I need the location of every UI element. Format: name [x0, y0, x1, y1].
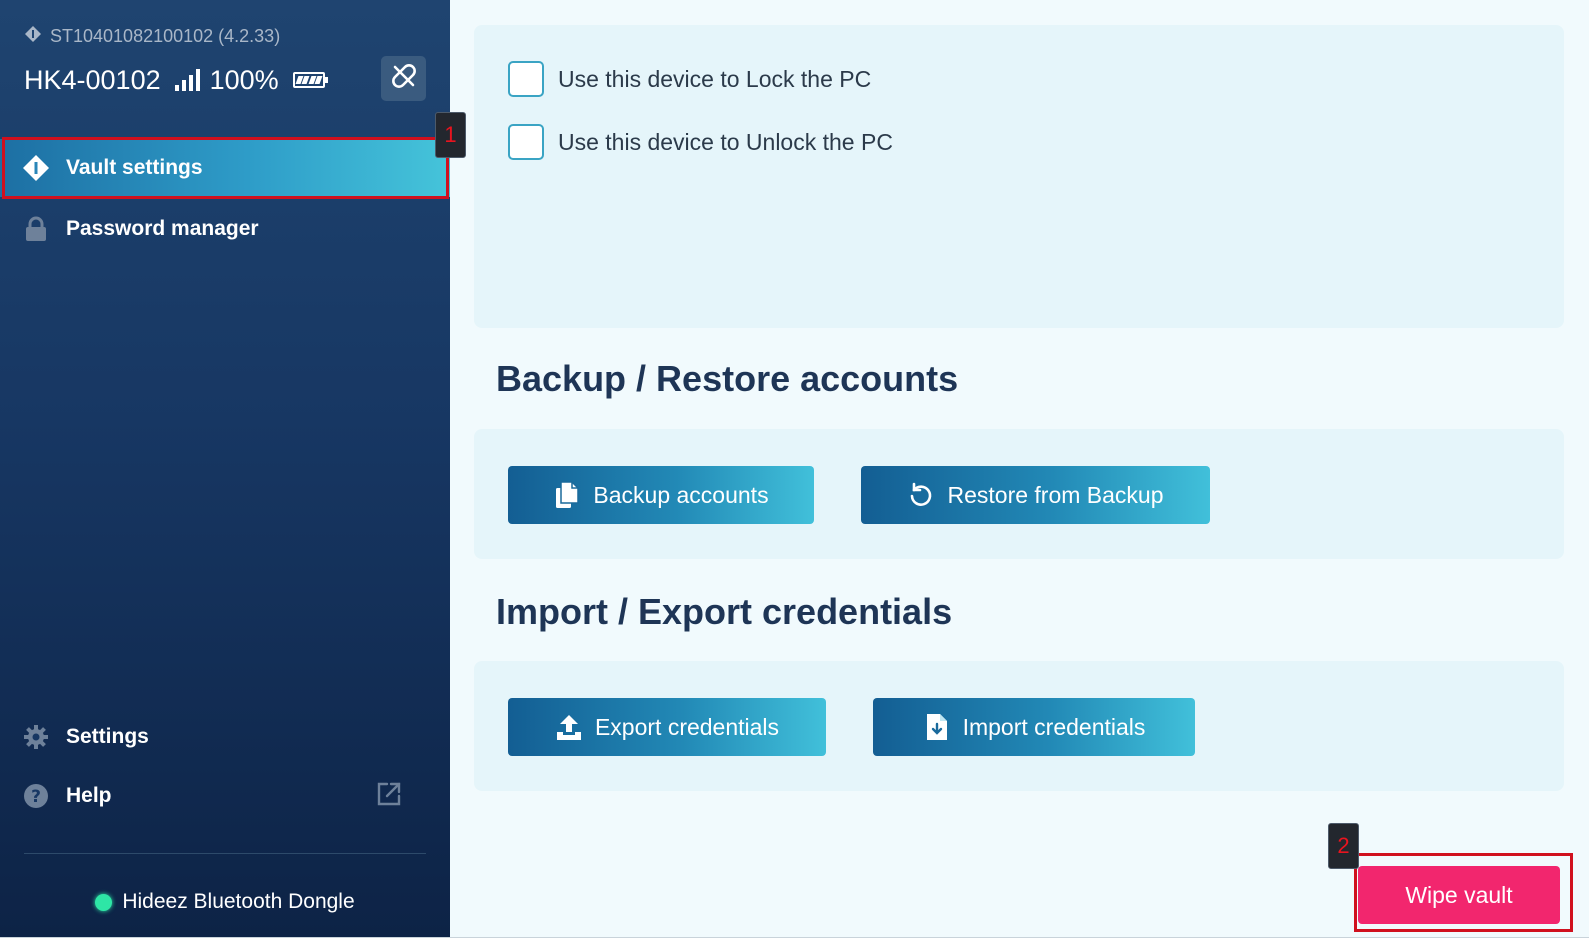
sidebar: ST10401082100102 (4.2.33) HK4-00102 100%	[0, 0, 450, 937]
device-serial-text: ST10401082100102 (4.2.33)	[50, 25, 281, 46]
annotation-marker-1: 1	[435, 112, 466, 158]
unlock-pc-checkbox[interactable]	[508, 124, 544, 160]
svg-text:?: ?	[31, 787, 41, 807]
external-link-icon[interactable]	[376, 781, 402, 812]
option-label: Use this device to Unlock the PC	[558, 128, 893, 155]
backup-accounts-button[interactable]: Backup accounts	[508, 466, 814, 524]
option-label: Use this device to Lock the PC	[558, 65, 872, 92]
device-serial: ST10401082100102 (4.2.33)	[24, 24, 280, 48]
device-name: HK4-00102	[24, 64, 161, 95]
sidebar-item-password-manager[interactable]: Password manager	[0, 200, 450, 258]
option-lock-pc[interactable]: Use this device to Lock the PC	[508, 61, 871, 97]
restore-icon	[907, 481, 935, 509]
window-bottom-edge	[0, 937, 1589, 950]
lock-pc-checkbox[interactable]	[508, 61, 544, 97]
device-diamond-icon	[24, 25, 42, 48]
copy-icon	[553, 481, 581, 509]
sidebar-item-settings[interactable]: Settings	[0, 708, 450, 766]
upload-icon	[555, 713, 583, 741]
button-label: Backup accounts	[593, 481, 769, 508]
sidebar-item-label: Settings	[66, 725, 149, 748]
battery-icon	[292, 72, 328, 88]
main-content: Use this device to Lock the PC Use this …	[450, 0, 1589, 937]
sidebar-item-label: Help	[66, 784, 112, 807]
import-credentials-button[interactable]: Import credentials	[873, 698, 1195, 756]
disconnect-device-button[interactable]	[381, 56, 426, 101]
sidebar-item-label: Vault settings	[66, 156, 203, 179]
button-label: Export credentials	[594, 713, 780, 740]
button-label: Restore from Backup	[947, 481, 1164, 508]
export-credentials-button[interactable]: Export credentials	[508, 698, 826, 756]
option-unlock-pc[interactable]: Use this device to Unlock the PC	[508, 124, 893, 160]
signal-icon	[174, 69, 200, 91]
backup-section-title: Backup / Restore accounts	[496, 358, 959, 399]
vault-icon	[22, 154, 50, 182]
wipe-vault-button[interactable]: Wipe vault	[1358, 866, 1560, 924]
connection-status-dot	[95, 893, 113, 911]
restore-from-backup-button[interactable]: Restore from Backup	[861, 466, 1210, 524]
file-import-icon	[923, 713, 951, 741]
battery-level: 100%	[209, 64, 279, 95]
unlink-icon	[391, 63, 417, 94]
button-label: Import credentials	[962, 713, 1146, 740]
lock-icon	[22, 215, 50, 243]
sidebar-item-label: Password manager	[66, 217, 259, 240]
device-status-row: HK4-00102 100%	[24, 60, 328, 100]
sidebar-divider	[24, 853, 426, 854]
annotation-marker-2: 2	[1328, 823, 1359, 869]
sidebar-item-help[interactable]: ? Help	[0, 767, 360, 825]
gear-icon	[22, 723, 50, 751]
dongle-label: Hideez Bluetooth Dongle	[122, 890, 355, 913]
import-export-section-title: Import / Export credentials	[496, 591, 953, 632]
dongle-status: Hideez Bluetooth Dongle	[0, 885, 450, 919]
question-icon: ?	[22, 782, 50, 810]
sidebar-item-vault-settings[interactable]: Vault settings	[0, 139, 450, 197]
app-window: ST10401082100102 (4.2.33) HK4-00102 100%	[0, 0, 1589, 937]
